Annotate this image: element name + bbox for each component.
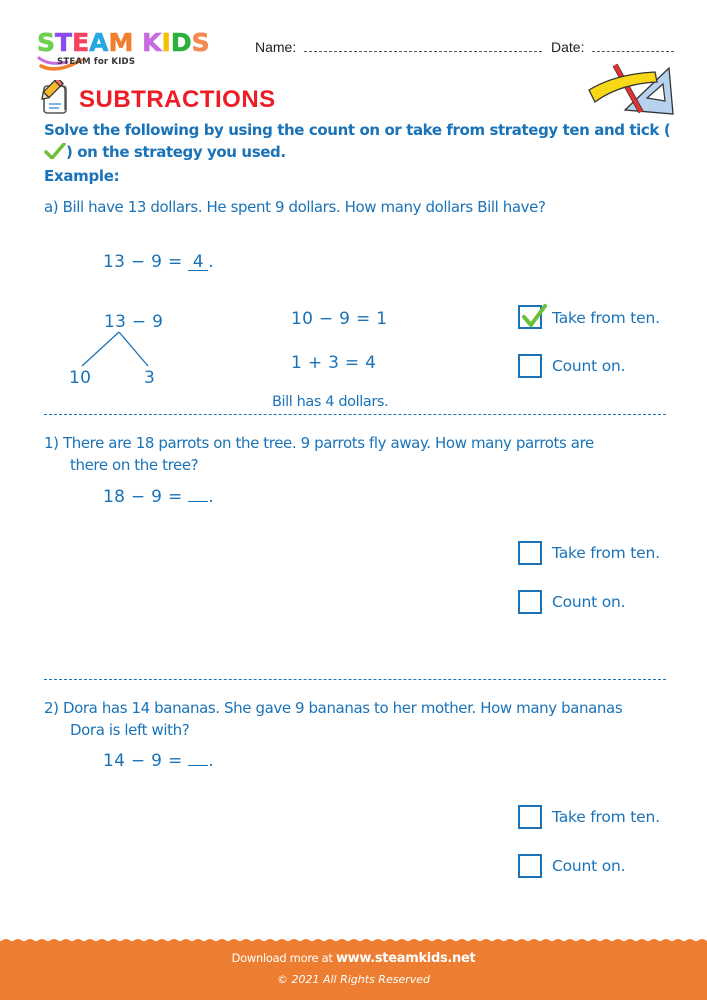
question-2-count-on-label: Count on.: [552, 857, 626, 875]
date-blank-line[interactable]: [592, 51, 675, 52]
instructions-text: Solve the following by using the count o…: [44, 119, 684, 163]
number-bond-left: 10: [69, 368, 92, 388]
question-2-equation: 14 − 9 = .: [103, 751, 214, 771]
name-blank-line[interactable]: [304, 51, 543, 52]
question-1-equation-end: .: [208, 487, 214, 507]
footer-download-text: Download more at www.steamkids.net: [0, 951, 707, 966]
example-answer: 4: [188, 254, 209, 271]
question-2-take-from-ten-label: Take from ten.: [552, 808, 660, 826]
green-tick-icon: [44, 143, 66, 159]
footer-copyright: © 2021 All Rights Reserved: [276, 973, 430, 986]
example-equation: 13 − 9 = 4.: [103, 252, 214, 272]
question-1-expression: 18 − 9 =: [103, 487, 189, 507]
page-title: SUBTRACTIONS: [79, 86, 276, 113]
footer-bar: [0, 941, 707, 1000]
logo-letter: A: [89, 28, 109, 58]
question-2-equation-end: .: [208, 751, 214, 771]
number-bond-left-branch: [81, 331, 120, 367]
logo-letter: T: [55, 28, 73, 58]
example-question: a) Bill have 13 dollars. He spent 9 doll…: [44, 198, 546, 216]
example-take-from-ten-checkbox[interactable]: [518, 304, 547, 329]
number-bond-branches: [81, 331, 149, 367]
date-field[interactable]: Date:: [551, 39, 675, 55]
question-2-take-from-ten-checkbox[interactable]: [518, 805, 542, 829]
example-equation-expression: 13 − 9 =: [103, 252, 189, 272]
example-label: Example:: [44, 167, 120, 185]
number-bond-right-branch: [118, 331, 149, 367]
worksheet-pencil-icon: [41, 80, 67, 114]
example-count-on-label: Count on.: [552, 357, 626, 375]
question-2-expression: 14 − 9 =: [103, 751, 189, 771]
question-1-line-2: there on the tree?: [70, 456, 199, 474]
question-2-answer-blank[interactable]: [188, 765, 209, 766]
logo-letter: M: [108, 28, 134, 58]
logo-letter: K: [142, 28, 162, 58]
logo-letter: I: [161, 28, 171, 58]
question-2-count-on-checkbox[interactable]: [518, 854, 542, 878]
logo-letter: D: [170, 28, 192, 58]
question-1-take-from-ten-checkbox[interactable]: [518, 541, 542, 565]
question-1-answer-blank[interactable]: [188, 501, 209, 502]
number-bond-top: 13 − 9: [104, 312, 164, 332]
example-step-1: 10 − 9 = 1: [291, 309, 388, 329]
steam-kids-logo: STEAM KIDS STEAM for KIDS: [37, 28, 237, 76]
footer-website-link[interactable]: www.steamkids.net: [336, 951, 476, 966]
example-conclusion: Bill has 4 dollars.: [272, 394, 389, 410]
example-count-on-checkbox[interactable]: [518, 354, 542, 378]
instructions-part-1: Solve the following by using the count o…: [44, 121, 671, 139]
question-2-line-2: Dora is left with?: [70, 721, 190, 739]
example-equation-end: .: [208, 252, 214, 272]
checked-tick-icon: [522, 304, 547, 327]
question-1-equation: 18 − 9 = .: [103, 487, 214, 507]
logo-tagline: STEAM for KIDS: [57, 57, 136, 67]
name-field[interactable]: Name:: [255, 39, 543, 55]
section-divider: [44, 414, 666, 415]
example-take-from-ten-label: Take from ten.: [552, 309, 660, 327]
question-2-line-1: 2) Dora has 14 bananas. She gave 9 banan…: [44, 699, 623, 717]
logo-letter: [133, 28, 142, 58]
question-1-count-on-label: Count on.: [552, 593, 626, 611]
footer-download-prefix: Download more at: [231, 951, 336, 965]
number-bond-right: 3: [144, 368, 156, 388]
instructions-part-2: ) on the strategy you used.: [66, 143, 286, 161]
section-divider: [44, 679, 666, 680]
ruler-pencil-set-square-icon: [588, 63, 674, 115]
logo-letter: S: [191, 28, 210, 58]
logo-letter: E: [72, 28, 90, 58]
question-1-take-from-ten-label: Take from ten.: [552, 544, 660, 562]
date-label: Date:: [551, 39, 585, 55]
logo-letter: S: [37, 28, 56, 58]
question-1-line-1: 1) There are 18 parrots on the tree. 9 p…: [44, 434, 594, 452]
name-label: Name:: [255, 39, 297, 55]
example-step-2: 1 + 3 = 4: [291, 353, 377, 373]
logo-wordmark: STEAM KIDS: [37, 28, 210, 58]
question-1-count-on-checkbox[interactable]: [518, 590, 542, 614]
